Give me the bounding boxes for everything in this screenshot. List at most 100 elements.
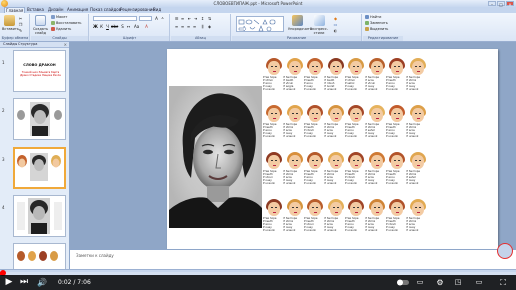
columns-icon[interactable]: ⫼ <box>200 24 205 29</box>
face-illustration: P Sw hope P xtmoi P acou P ouey P ucaunk <box>407 198 429 232</box>
face-mouth <box>334 165 338 166</box>
slide-thumbnail-5[interactable] <box>13 243 66 269</box>
replace-button[interactable]: Заменить <box>365 21 388 26</box>
face-eye <box>373 160 376 161</box>
new-slide-button[interactable]: Создать слайд <box>32 15 49 35</box>
face-caption: P Sw hope P xtmoi P acou P ouey P ucaunk <box>406 76 420 91</box>
volume-icon[interactable]: 🔊 <box>36 277 48 288</box>
face-caption: P Sw hope P lieuth P acou P ouey P ucaun… <box>345 217 359 232</box>
cut-icon[interactable]: ✂ <box>18 16 23 21</box>
face-caption: P Sw hope P xtmoi P acou P ouey P ucaunk <box>324 217 338 232</box>
copy-icon[interactable]: ❐ <box>18 22 23 27</box>
shape-outline-icon[interactable]: ▭ <box>333 22 338 27</box>
new-slide-label: Создать слайд <box>32 27 49 35</box>
slide-thumbnail-2[interactable] <box>13 98 66 140</box>
shape-fill-icon[interactable]: ◆ <box>333 16 338 21</box>
format-painter-icon[interactable]: ✎ <box>18 28 23 33</box>
decrease-indent-icon[interactable]: ⇤ <box>187 16 192 21</box>
face-skin <box>370 202 383 216</box>
arrange-icon <box>291 15 303 26</box>
face-illustration: P Sw hope P lieuth P acou P ouey P ucaun… <box>263 198 285 232</box>
face-skin <box>370 155 383 169</box>
face-eye <box>332 207 335 208</box>
face-skin <box>411 155 424 169</box>
face-skin <box>288 108 301 122</box>
grow-font-icon[interactable]: A <box>154 16 159 21</box>
theater-mode-icon[interactable]: ▭ <box>472 277 486 288</box>
face-eye <box>398 66 400 67</box>
face-skin <box>268 202 280 216</box>
delete-slide-button[interactable]: Удалить <box>51 27 71 32</box>
justify-icon[interactable]: ≡ <box>192 24 197 29</box>
align-center-icon[interactable]: ≡ <box>180 24 185 29</box>
miniplayer-icon[interactable]: ◳ <box>452 277 464 288</box>
title-bar: СЛОВОЕВТИПАЖ.ppt - Microsoft PowerPoint … <box>0 0 516 7</box>
channel-logo-icon[interactable] <box>497 243 513 259</box>
portrait-photo[interactable] <box>169 86 262 228</box>
slide-thumbnail-1[interactable]: СЛОВО ДРАКОН Тонкий нюх Эльмега Карта Др… <box>13 50 66 92</box>
line-spacing-icon[interactable]: ↕ <box>200 16 205 21</box>
close-pane-icon[interactable]: × <box>64 42 67 47</box>
current-slide[interactable]: P Sw hope P xtmoi P acou P ouey P ucaunk… <box>167 49 498 249</box>
paste-button[interactable]: Вставить <box>2 15 19 33</box>
face-caption: P Sw hope P lieuth P rdxuh P ouey P ucau… <box>386 217 400 232</box>
bold-icon[interactable]: Ж <box>93 24 98 29</box>
slide-thumbnail-4[interactable] <box>13 195 66 237</box>
tab-slides[interactable]: Слайды <box>3 42 17 47</box>
select-button[interactable]: Выделить <box>365 27 388 32</box>
clipboard-group: Вставить ✂ ❐ ✎ Буфер обмена <box>1 14 30 41</box>
face-mouth <box>355 165 358 166</box>
shadow-icon[interactable]: S <box>120 24 125 29</box>
find-button[interactable]: Найти <box>365 15 381 20</box>
font-size-field[interactable] <box>139 16 152 21</box>
align-right-icon[interactable]: ≡ <box>186 24 191 29</box>
face-eye <box>398 113 400 114</box>
close-button[interactable]: × <box>506 1 514 7</box>
face-eye <box>373 113 376 114</box>
face-illustration: P Sw hope P lieuth P acou P ouey P ucaun… <box>304 57 326 91</box>
shapes-gallery[interactable] <box>236 16 284 32</box>
bullets-icon[interactable]: ☰ <box>174 16 179 21</box>
text-direction-icon[interactable]: ⇅ <box>207 16 212 21</box>
play-icon[interactable]: ▶ <box>4 277 14 288</box>
shrink-font-icon[interactable]: A <box>160 16 165 21</box>
face-illustration: P Sw hope P lieuth P rdxuh P ouey P ucau… <box>386 198 408 232</box>
notes-pane[interactable]: Заметки к слайду <box>70 249 516 269</box>
font-color-icon[interactable]: A <box>144 24 149 29</box>
reset-button[interactable]: Восстановить <box>51 21 81 26</box>
face-eye <box>373 207 376 208</box>
slide-thumbnail-3-selected[interactable] <box>13 147 66 189</box>
strikethrough-icon[interactable]: abc <box>111 24 118 29</box>
font-group-label: Шрифт <box>90 36 169 41</box>
quick-styles-button[interactable]: Экспресс-стили <box>308 15 330 35</box>
settings-gear-icon[interactable]: ⚙ <box>434 277 446 288</box>
tab-outline[interactable]: Структура <box>18 42 37 47</box>
font-name-field[interactable] <box>93 16 137 21</box>
layout-button[interactable]: Макет <box>51 15 67 20</box>
face-caption: P Sw hope P xtmoi P acou P ouey P ucaunk <box>406 123 420 138</box>
next-icon[interactable]: ⏭ <box>19 277 29 288</box>
face-skin <box>411 61 424 75</box>
face-mouth <box>293 118 297 119</box>
underline-icon[interactable]: Ч <box>105 24 110 29</box>
arrange-button[interactable]: Упорядочить <box>288 15 312 33</box>
maximize-button[interactable]: □ <box>497 1 505 7</box>
face-caption: P Sw hope P lieuth P vtcuii P ouey P uca… <box>304 217 318 232</box>
smartart-icon[interactable]: ◈ <box>207 24 212 29</box>
shape-effects-icon[interactable]: ◐ <box>333 28 338 33</box>
spacing-icon[interactable]: ↔ <box>126 24 131 29</box>
face-illustration: P Sw hope P lieuth P vtcuii P aogra P uc… <box>284 57 306 91</box>
numbering-icon[interactable]: ≡ <box>180 16 185 21</box>
autoplay-toggle-icon[interactable] <box>396 277 410 288</box>
align-left-icon[interactable]: ≡ <box>174 24 179 29</box>
change-case-icon[interactable]: Aa <box>134 24 139 29</box>
face-mouth <box>273 118 276 119</box>
minimize-button[interactable]: – <box>488 1 496 7</box>
slide-editing-area: P Sw hope P xtmoi P acou P ouey P ucaunk… <box>70 42 516 249</box>
face-eye <box>332 160 335 161</box>
subtitles-icon[interactable]: ▭ <box>414 277 426 288</box>
italic-icon[interactable]: К <box>99 24 104 29</box>
face-eye <box>275 207 277 208</box>
fullscreen-icon[interactable]: ⛶ <box>496 277 510 288</box>
increase-indent-icon[interactable]: ⇥ <box>193 16 198 21</box>
